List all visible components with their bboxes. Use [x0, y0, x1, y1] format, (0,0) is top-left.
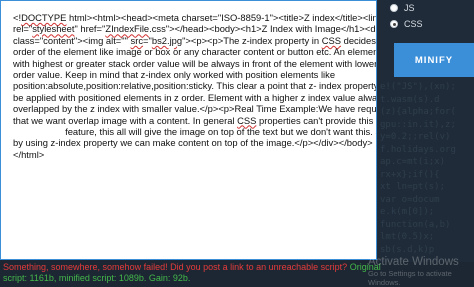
code-line: by using z-index property we can make co…: [13, 137, 373, 149]
css-radio[interactable]: [390, 20, 398, 28]
code-line: with highest or greater stack order valu…: [13, 57, 377, 69]
css-label: CSS: [404, 19, 423, 29]
code-line: order value. Keep in mind that z-index o…: [13, 69, 336, 81]
css-option[interactable]: CSS: [390, 16, 470, 32]
code-line: class="content"><img alt="" src="bs2.jpg…: [13, 34, 376, 46]
background-code-line: lmt(0.5)x;: [380, 232, 435, 242]
background-code-line: var o=docum: [380, 194, 440, 205]
watermark-subtitle: Go to Settings to activate Windows.: [368, 269, 452, 287]
background-code-line: y=0.2;;rel(v): [380, 132, 451, 142]
code-line: order of the element like image or box o…: [13, 46, 377, 58]
code-line: overlapped by the z index with smaller v…: [13, 103, 377, 115]
background-code-line: rx+x};if(){: [380, 169, 440, 180]
background-code-line: sb(s.d,k)p: [380, 244, 435, 255]
language-options: JS CSS: [390, 0, 470, 32]
code-line: </html>: [13, 148, 45, 160]
code-line: position:absolute,position:relative,posi…: [13, 80, 377, 92]
background-code-line: f.holidays.org: [380, 144, 456, 155]
js-option[interactable]: JS: [390, 0, 470, 16]
code-line: that we want overlap image with a conten…: [13, 114, 374, 126]
minify-button[interactable]: MINIFY: [394, 43, 474, 77]
background-code-line: t.wasm(s).d: [380, 94, 440, 105]
background-code-line: xt ln=pt(s);: [380, 182, 446, 192]
code-line: rel="stylesheet" href="ZIndexFile.css"><…: [13, 23, 377, 35]
background-code-line: (z){alpha;for(: [380, 107, 456, 117]
background-code-line: function(a,b): [380, 219, 451, 230]
background-code-line: e.k(m[0]);: [380, 207, 435, 217]
background-code-pattern: e!("JS"),(xn); t.wasm(s).d (z){alpha;for( g…: [376, 0, 474, 262]
background-code-line: gpu::in.it),z;: [380, 119, 456, 130]
js-radio[interactable]: [390, 4, 398, 12]
code-line: <!DOCTYPE html><html><head><meta charset…: [13, 12, 377, 23]
code-line: be applied with positioned elements in z…: [13, 91, 377, 103]
js-label: JS: [404, 3, 415, 13]
code-line: feature, this all will give the image on…: [13, 126, 377, 138]
code-input-textarea[interactable]: <!DOCTYPE html><html><head><meta charset…: [0, 0, 377, 260]
background-code-line: e!("JS"),(xn);: [380, 82, 456, 92]
stats-message-part2: script: 1161b, minified script: 1089b. G…: [3, 273, 191, 283]
background-code-line: ap.c=mt(i;x): [380, 157, 446, 167]
error-message: Something, somewhere, somehow failed! Di…: [3, 262, 348, 272]
watermark-title: Activate Windows: [368, 256, 459, 268]
activate-windows-watermark: Activate Windows Go to Settings to activ…: [368, 256, 474, 287]
